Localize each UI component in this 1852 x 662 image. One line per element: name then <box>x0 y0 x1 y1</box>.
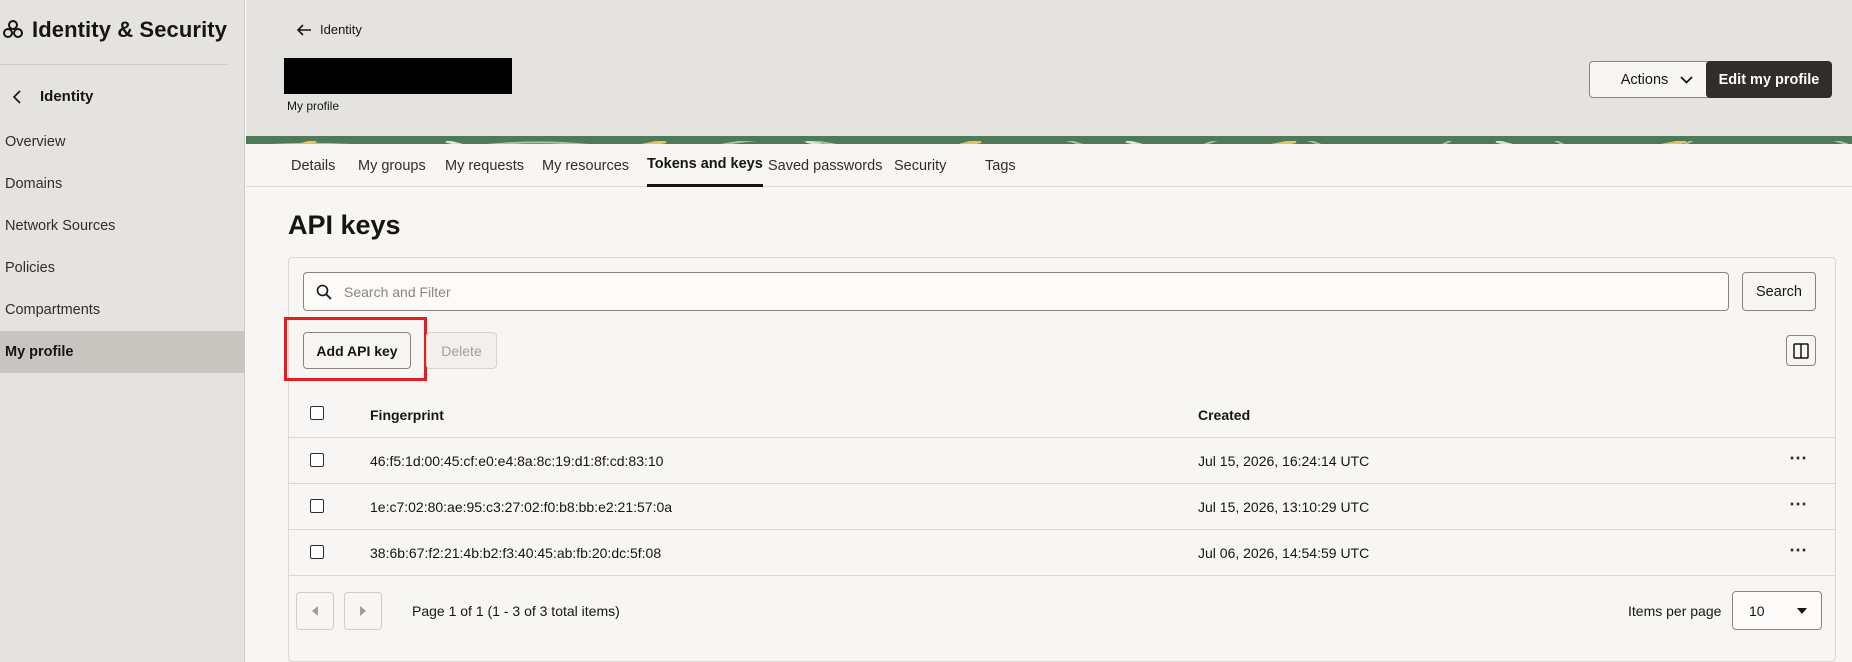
edit-my-profile-label: Edit my profile <box>1718 71 1820 88</box>
table-row: 38:6b:67:f2:21:4b:b2:f3:40:45:ab:fb:20:d… <box>289 530 1835 576</box>
column-header-created[interactable]: Created <box>1198 407 1250 423</box>
sidebar-item-compartments[interactable]: Compartments <box>0 289 245 331</box>
caret-left-icon <box>312 606 318 616</box>
pagination: Page 1 of 1 (1 - 3 of 3 total items) Ite… <box>289 578 1835 640</box>
page-subtitle: My profile <box>287 99 340 113</box>
search-input[interactable] <box>344 283 1644 300</box>
sidebar-item-label: Compartments <box>5 302 101 318</box>
actions-button[interactable]: Actions <box>1589 61 1725 98</box>
created-cell: Jul 06, 2026, 14:54:59 UTC <box>1198 545 1370 561</box>
sidebar-item-policies[interactable]: Policies <box>0 247 245 289</box>
row-checkbox[interactable] <box>310 453 324 467</box>
fingerprint-cell: 38:6b:67:f2:21:4b:b2:f3:40:45:ab:fb:20:d… <box>370 545 662 561</box>
tab-details[interactable]: Details <box>291 144 335 187</box>
sidebar-item-my-profile[interactable]: My profile <box>0 331 245 373</box>
search-icon <box>316 284 332 300</box>
sidebar-item-label: Policies <box>5 260 55 276</box>
tab-tags[interactable]: Tags <box>985 144 1016 187</box>
tab-my-resources[interactable]: My resources <box>542 144 629 187</box>
sidebar-item-label: My profile <box>5 344 74 360</box>
breadcrumb-label: Identity <box>320 22 362 37</box>
app-title-text: Identity & Security <box>32 17 228 42</box>
sidebar-item-label: Domains <box>5 176 63 192</box>
page-title: API keys <box>288 210 401 240</box>
row-actions-kebab-icon[interactable]: ⋯ <box>1789 540 1808 561</box>
row-checkbox[interactable] <box>310 499 324 513</box>
columns-icon <box>1793 342 1809 359</box>
fingerprint-cell: 1e:c7:02:80:ae:95:c3:27:02:f0:b8:bb:e2:2… <box>370 499 673 515</box>
sidebar-item-label: Overview <box>5 134 66 150</box>
search-button[interactable]: Search <box>1742 272 1816 311</box>
table-row: 46:f5:1d:00:45:cf:e0:e4:8a:8c:19:d1:8f:c… <box>289 438 1835 484</box>
column-settings-button[interactable] <box>1786 335 1816 366</box>
table-row: 1e:c7:02:80:ae:95:c3:27:02:f0:b8:bb:e2:2… <box>289 484 1835 530</box>
app-title: Identity & Security <box>0 14 227 46</box>
chevron-left-icon <box>12 89 21 104</box>
caret-right-icon <box>360 606 366 616</box>
previous-page-button[interactable] <box>296 592 334 630</box>
row-actions-kebab-icon[interactable]: ⋯ <box>1789 448 1808 469</box>
sidebar-item-label: Network Sources <box>5 218 116 234</box>
sidebar-item-overview[interactable]: Overview <box>0 121 245 163</box>
tab-my-requests[interactable]: My requests <box>445 144 524 187</box>
profile-tabs: Details My groups My requests My resourc… <box>246 144 1852 187</box>
search-field[interactable] <box>303 272 1729 311</box>
sidebar-back-identity[interactable]: Identity <box>12 88 93 105</box>
edit-my-profile-button[interactable]: Edit my profile <box>1706 61 1832 98</box>
tab-tokens-and-keys[interactable]: Tokens and keys <box>647 144 763 187</box>
items-per-page-value: 10 <box>1749 602 1765 619</box>
redacted-profile-name <box>284 58 512 94</box>
add-api-key-button[interactable]: Add API key <box>303 332 411 369</box>
decorative-banner <box>246 136 1852 144</box>
identity-logo-icon <box>3 20 23 38</box>
items-per-page-select[interactable]: 10 <box>1732 591 1822 630</box>
chevron-down-icon <box>1680 75 1693 84</box>
tab-saved-passwords[interactable]: Saved passwords <box>768 144 882 187</box>
tab-security[interactable]: Security <box>894 144 946 187</box>
row-checkbox[interactable] <box>310 545 324 559</box>
column-header-fingerprint[interactable]: Fingerprint <box>370 407 444 423</box>
caret-down-icon <box>1797 608 1807 614</box>
sidebar-item-network-sources[interactable]: Network Sources <box>0 205 245 247</box>
table-header: Fingerprint Created <box>289 394 1835 438</box>
sidebar: Identity & Security Identity Overview Do… <box>0 0 245 662</box>
search-button-label: Search <box>1756 283 1802 300</box>
sidebar-back-label: Identity <box>40 88 94 105</box>
sidebar-divider <box>0 64 228 65</box>
select-all-checkbox[interactable] <box>310 406 324 420</box>
sidebar-item-domains[interactable]: Domains <box>0 163 245 205</box>
tab-my-groups[interactable]: My groups <box>358 144 426 187</box>
add-api-key-label: Add API key <box>316 342 398 359</box>
next-page-button[interactable] <box>344 592 382 630</box>
actions-label: Actions <box>1620 71 1669 88</box>
delete-button[interactable]: Delete <box>426 332 497 369</box>
breadcrumb[interactable]: Identity <box>296 22 362 37</box>
page-status: Page 1 of 1 (1 - 3 of 3 total items) <box>412 603 620 619</box>
items-per-page-label: Items per page <box>1628 603 1722 619</box>
arrow-left-icon <box>296 23 311 36</box>
created-cell: Jul 15, 2026, 16:24:14 UTC <box>1198 453 1370 469</box>
created-cell: Jul 15, 2026, 13:10:29 UTC <box>1198 499 1370 515</box>
fingerprint-cell: 46:f5:1d:00:45:cf:e0:e4:8a:8c:19:d1:8f:c… <box>370 453 664 469</box>
delete-label: Delete <box>441 342 482 359</box>
row-actions-kebab-icon[interactable]: ⋯ <box>1789 494 1808 515</box>
